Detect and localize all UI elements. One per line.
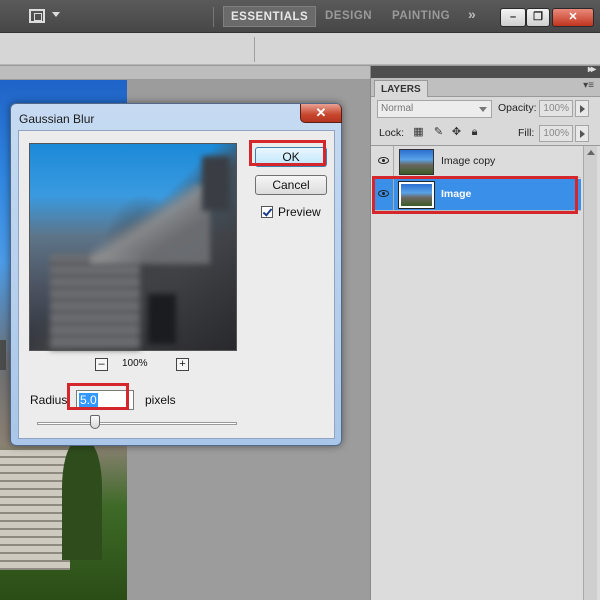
minimize-button[interactable]: – [500, 8, 526, 27]
application-bar: ESSENTIALS DESIGN PAINTING » – ❐ ✕ [0, 0, 600, 33]
layer-name: Image copy [441, 155, 496, 167]
layer-thumbnail [398, 181, 435, 209]
radius-slider-track[interactable] [37, 422, 237, 425]
options-divider [254, 37, 255, 62]
preview-window [148, 294, 176, 344]
image-spire [0, 340, 6, 370]
tab-layers[interactable]: LAYERS [374, 80, 428, 97]
preview-wall [50, 254, 140, 350]
options-bar [0, 33, 600, 65]
ok-button[interactable]: OK [255, 147, 327, 167]
more-workspaces-icon[interactable]: » [468, 6, 476, 22]
zoom-in-button[interactable]: + [176, 358, 189, 371]
minimize-icon: – [509, 11, 517, 23]
arrange-documents-icon[interactable] [29, 9, 45, 23]
opacity-label: Opacity: [498, 102, 537, 114]
close-icon: ✕ [315, 105, 327, 120]
preview-roof [90, 184, 210, 264]
eye-icon [378, 190, 389, 197]
radius-label: Radius: [30, 393, 71, 407]
radius-input[interactable]: 5.0 [76, 390, 134, 410]
opacity-slider-toggle[interactable] [575, 100, 589, 117]
zoom-out-button[interactable]: – [95, 358, 108, 371]
fill-label: Fill: [518, 127, 535, 139]
eye-icon [378, 157, 389, 164]
layer-row-image-copy[interactable]: Image copy [373, 146, 581, 178]
document-tab-bar [0, 66, 370, 80]
gaussian-blur-dialog: Gaussian Blur ✕ – 100% + OK Cancel Previ… [10, 103, 342, 446]
collapse-panels-icon[interactable]: ▸▸ [588, 64, 596, 75]
preview-label: Preview [278, 205, 321, 219]
restore-icon: ❐ [533, 11, 543, 23]
blend-mode-select[interactable]: Normal [377, 100, 492, 118]
visibility-toggle[interactable] [373, 179, 394, 210]
layer-name: Image [441, 188, 472, 200]
opacity-input[interactable]: 100% [539, 100, 573, 117]
image-house [0, 450, 70, 570]
blur-preview[interactable] [29, 143, 237, 351]
dialog-body: – 100% + OK Cancel Preview Radius: 5.0 p… [18, 130, 335, 439]
workspace-essentials[interactable]: ESSENTIALS [223, 6, 317, 27]
lock-pixels-icon[interactable]: ✎ [433, 127, 444, 138]
layer-thumbnail [399, 149, 434, 175]
toolbar-divider [213, 7, 214, 27]
visibility-toggle[interactable] [373, 146, 394, 177]
chevron-down-icon [479, 107, 487, 112]
lock-transparency-icon[interactable]: ▦ [413, 127, 424, 138]
radius-value: 5.0 [79, 393, 98, 407]
image-tree [62, 440, 102, 560]
radius-slider-thumb[interactable] [90, 415, 100, 429]
preview-checkbox[interactable] [261, 206, 273, 218]
panel-menu-icon[interactable]: ▾≡ [583, 80, 594, 91]
blend-mode-value: Normal [381, 103, 414, 114]
blend-row: Normal Opacity: 100% [371, 97, 600, 121]
radius-unit-label: pixels [145, 393, 176, 407]
close-icon: ✕ [568, 11, 578, 23]
restore-button[interactable]: ❐ [526, 8, 550, 27]
panel-tab-bar: LAYERS ▾≡ [371, 78, 600, 97]
dialog-title: Gaussian Blur [19, 112, 95, 126]
workspace-design[interactable]: DESIGN [318, 6, 379, 27]
layers-list: Image copy Image [371, 145, 600, 600]
layer-row-image[interactable]: Image [373, 179, 581, 211]
workspace-painting[interactable]: PAINTING [385, 6, 457, 27]
panels-dock: ▸▸ LAYERS ▾≡ Normal Opacity: 100% Lock: … [370, 64, 600, 600]
fill-slider-toggle[interactable] [575, 125, 589, 142]
zoom-level: 100% [122, 358, 148, 369]
dock-header: ▸▸ [371, 64, 600, 78]
dialog-close-button[interactable]: ✕ [300, 104, 342, 123]
cancel-button[interactable]: Cancel [255, 175, 327, 195]
lock-all-icon[interactable]: 🔒︎ [469, 127, 480, 138]
lock-position-icon[interactable]: ✥ [451, 127, 462, 138]
lock-label: Lock: [379, 127, 405, 139]
chevron-down-icon[interactable] [52, 12, 60, 17]
close-app-button[interactable]: ✕ [552, 8, 594, 27]
fill-input[interactable]: 100% [539, 125, 573, 142]
layers-scrollbar[interactable] [583, 146, 597, 600]
preview-chimney [202, 156, 230, 211]
scroll-up-icon[interactable] [587, 150, 595, 155]
